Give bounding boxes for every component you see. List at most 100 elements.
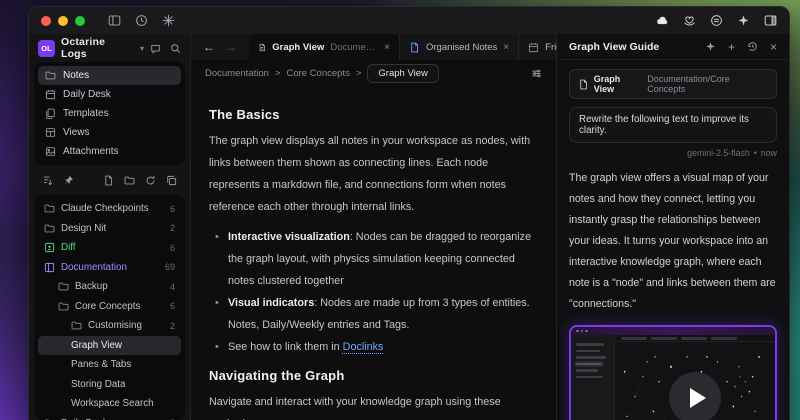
doclinks-link[interactable]: Doclinks	[343, 341, 384, 353]
breadcrumb-item[interactable]: Core Concepts	[286, 68, 349, 79]
sidebar-item-attachments[interactable]: Attachments	[38, 142, 181, 161]
file-tree: Claude Checkpoints 6 Design Nit 2 Diff 6…	[34, 195, 185, 420]
folder-icon	[44, 203, 55, 214]
paragraph: The graph view displays all notes in you…	[209, 130, 538, 218]
tree-count: 6	[170, 301, 175, 311]
assistant-response: The graph view offers a visual map of yo…	[569, 168, 777, 315]
minimize-traffic-light[interactable]	[58, 16, 68, 26]
tree-item-diff[interactable]: Diff 6	[38, 238, 181, 258]
tree-count: 6	[170, 204, 175, 214]
primary-nav: Notes Daily Desk Templates Views Attachm…	[34, 62, 185, 165]
workspace-switcher[interactable]: OL Octarine Logs ▾	[34, 34, 185, 62]
note-content[interactable]: The Basics The graph view displays all n…	[191, 87, 556, 420]
folder-icon	[58, 301, 69, 312]
forward-button[interactable]: →	[225, 40, 237, 54]
book-icon	[44, 262, 55, 273]
tree-label: Storing Data	[71, 379, 125, 390]
close-panel-button[interactable]: ×	[770, 40, 777, 54]
tab-title: Graph View	[272, 42, 324, 53]
video-preview[interactable]	[569, 325, 777, 420]
video-mini-sidebar	[571, 335, 615, 420]
sidebar-item-templates[interactable]: Templates	[38, 104, 181, 123]
hands-heart-icon[interactable]	[683, 14, 696, 27]
tree-item-customising[interactable]: Customising 2	[38, 316, 181, 336]
folder-icon	[58, 281, 69, 292]
tree-item-graph-view[interactable]: Graph View	[38, 336, 181, 356]
play-button[interactable]	[669, 372, 721, 420]
image-icon	[45, 146, 56, 157]
new-folder-icon[interactable]	[124, 175, 135, 186]
refresh-icon[interactable]	[145, 175, 156, 186]
play-icon	[690, 388, 706, 408]
tree-count: 2	[170, 223, 175, 233]
breadcrumb-item[interactable]: Documentation	[205, 68, 269, 79]
file-icon	[258, 42, 266, 53]
list-item: See how to link them in Doclinks	[213, 336, 538, 358]
chevron-down-icon: ▾	[140, 44, 144, 53]
chat-icon[interactable]	[150, 43, 161, 54]
tree-label: Customising	[88, 320, 142, 331]
close-traffic-light[interactable]	[41, 16, 51, 26]
panel-right-icon[interactable]	[764, 14, 777, 27]
tree-label: Core Concepts	[75, 301, 140, 312]
new-file-icon[interactable]	[103, 175, 114, 186]
user-prompt-bubble: Rewrite the following text to improve it…	[569, 107, 777, 143]
tab-organised-notes[interactable]: Organised Notes ×	[399, 34, 518, 60]
tree-item-storing-data[interactable]: Storing Data	[38, 375, 181, 395]
collapse-all-icon[interactable]	[166, 175, 177, 186]
paragraph: Navigate and interact with your knowledg…	[209, 391, 538, 420]
panel-left-icon[interactable]	[108, 14, 121, 27]
tree-item-daily-desk[interactable]: Daily Desk 3	[38, 414, 181, 420]
chip-title: Graph View	[594, 74, 642, 94]
tab-graph-view[interactable]: Graph View Documentation ×	[249, 34, 399, 60]
snowflake-icon[interactable]	[162, 14, 175, 27]
sidebar-item-notes[interactable]: Notes	[38, 66, 181, 85]
response-meta: gemini-2.5-flash • now	[569, 148, 777, 158]
tree-count: 4	[170, 282, 175, 292]
tree-label: Backup	[75, 281, 108, 292]
tree-item-core-concepts[interactable]: Core Concepts 6	[38, 297, 181, 317]
assistant-panel: Graph View Guide + × Graph View Document…	[557, 34, 789, 420]
zoom-traffic-light[interactable]	[75, 16, 85, 26]
tree-item-panes-tabs[interactable]: Panes & Tabs	[38, 355, 181, 375]
workspace-avatar: OL	[38, 40, 55, 57]
meta-separator: •	[754, 148, 757, 158]
note-options-icon[interactable]	[531, 68, 542, 79]
tree-item-workspace-search[interactable]: Workspace Search	[38, 394, 181, 414]
cloud-sync-icon[interactable]	[656, 14, 669, 27]
tree-label: Graph View	[71, 340, 122, 351]
nav-label: Daily Desk	[63, 89, 111, 100]
search-icon[interactable]	[170, 43, 181, 54]
tree-label: Workspace Search	[71, 398, 154, 409]
ai-sparkle-icon[interactable]	[705, 41, 716, 52]
tab-title: Organised Notes	[426, 42, 497, 53]
file-icon	[409, 42, 420, 53]
ai-sparkle-icon[interactable]	[737, 14, 750, 27]
breadcrumb: Documentation > Core Concepts > Graph Vi…	[191, 60, 556, 87]
templates-icon	[45, 108, 56, 119]
note-title-input[interactable]: Graph View	[367, 64, 438, 83]
tree-label: Documentation	[61, 262, 127, 273]
tree-item-design-nit[interactable]: Design Nit 2	[38, 219, 181, 239]
timestamp: now	[761, 148, 777, 158]
tree-item-backup[interactable]: Backup 4	[38, 277, 181, 297]
tab-close-icon[interactable]: ×	[503, 42, 509, 53]
context-chip[interactable]: Graph View Documentation/Core Concepts	[569, 69, 777, 99]
tab-close-icon[interactable]: ×	[384, 42, 390, 53]
clock-icon[interactable]	[135, 14, 148, 27]
back-button[interactable]: ←	[203, 40, 215, 54]
history-icon[interactable]	[747, 41, 758, 52]
sidebar-item-daily-desk[interactable]: Daily Desk	[38, 85, 181, 104]
sidebar: OL Octarine Logs ▾ Notes Daily Desk	[29, 34, 191, 420]
new-chat-button[interactable]: +	[728, 40, 735, 54]
list-item: Interactive visualization: Nodes can be …	[213, 226, 538, 292]
tree-item-documentation[interactable]: Documentation 69	[38, 258, 181, 278]
sidebar-item-views[interactable]: Views	[38, 123, 181, 142]
nav-label: Views	[63, 127, 90, 138]
tree-item-claude-checkpoints[interactable]: Claude Checkpoints 6	[38, 199, 181, 219]
pin-icon[interactable]	[63, 175, 74, 186]
app-window: OL Octarine Logs ▾ Notes Daily Desk	[28, 6, 790, 420]
tree-label: Design Nit	[61, 223, 106, 234]
sort-icon[interactable]	[42, 175, 53, 186]
focus-menu-icon[interactable]	[710, 14, 723, 27]
